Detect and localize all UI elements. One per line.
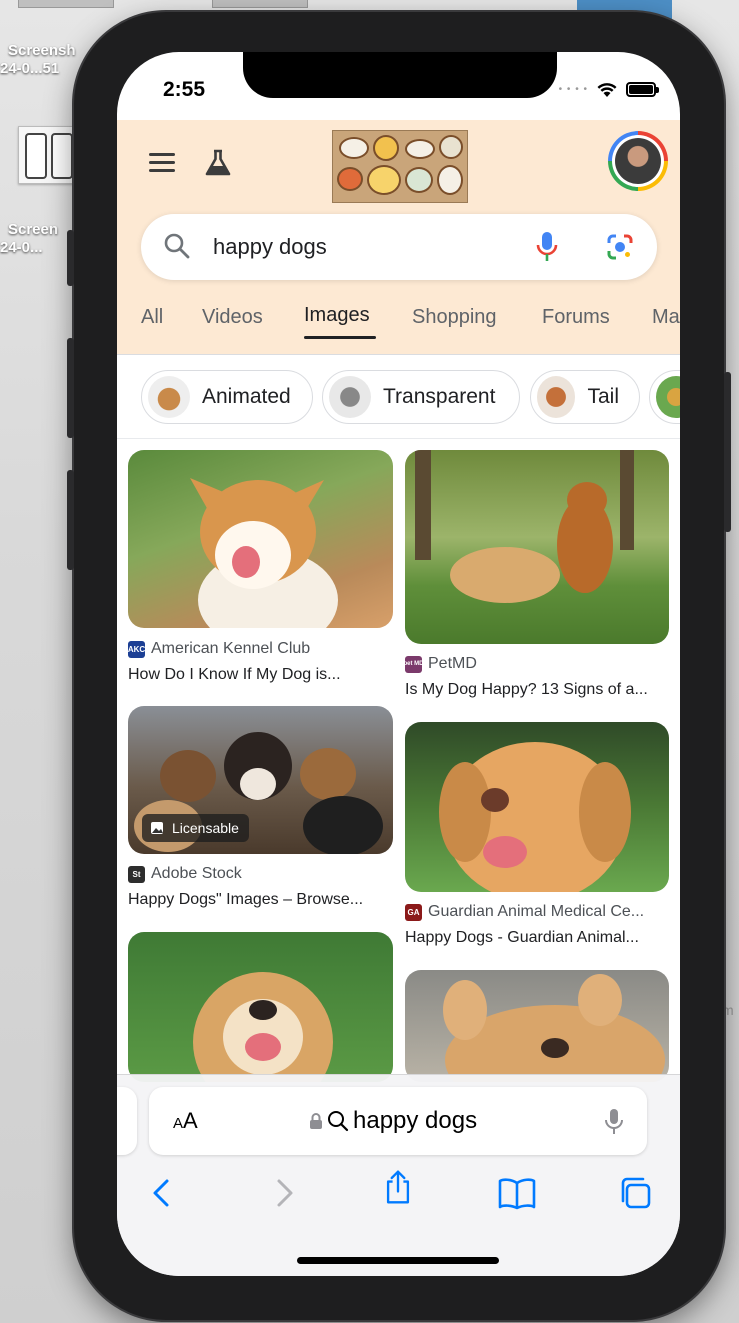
power-button <box>724 372 731 532</box>
search-type-tabs: All Videos Images Shopping Forums Ma <box>117 297 680 352</box>
notch <box>243 52 557 98</box>
chip-tail-label: Tail <box>587 385 619 408</box>
desktop-icon-label-1[interactable]: Screensh 24-0...51 <box>0 42 76 78</box>
result-image-corgi[interactable] <box>128 450 393 628</box>
chip-transparent[interactable]: Transparent <box>322 370 520 424</box>
result-image-dogs-playing[interactable] <box>405 450 669 644</box>
desktop-icon-label-2[interactable]: Screen 24-0... <box>0 221 59 257</box>
chip-animated[interactable]: Animated <box>141 370 313 424</box>
tab-forums[interactable]: Forums <box>542 306 610 329</box>
hamburger-menu-icon[interactable] <box>149 153 175 172</box>
previous-tab-address-bar[interactable] <box>117 1087 137 1155</box>
account-avatar[interactable] <box>608 131 668 191</box>
result-image-golden-retriever[interactable] <box>405 722 669 892</box>
desktop-icon-label-1-line1: Screensh <box>8 42 76 59</box>
chip-tail-thumb <box>537 376 576 418</box>
search-query-text[interactable]: happy dogs <box>213 234 327 260</box>
bookmarks-icon[interactable] <box>497 1175 537 1211</box>
share-icon[interactable] <box>380 1169 416 1205</box>
status-icons: • • • • <box>558 80 659 98</box>
safari-bottom-toolbar: AA happy dogs <box>117 1074 680 1276</box>
search-glass-icon <box>328 1111 349 1132</box>
result-source-2[interactable]: pet MD PetMD <box>404 655 477 673</box>
volume-down-button <box>67 470 74 570</box>
voice-search-mic-icon[interactable] <box>535 230 559 264</box>
silent-switch <box>67 230 74 286</box>
desktop-thumb-top-2 <box>212 0 308 8</box>
result-caption-3[interactable]: Happy Dogs" Images – Browse... <box>128 891 394 909</box>
tab-more[interactable]: Ma <box>652 306 680 329</box>
tabs-icon[interactable] <box>617 1175 653 1211</box>
chip-transparent-label: Transparent <box>383 385 496 408</box>
google-lens-icon[interactable] <box>605 232 635 262</box>
chip-tail[interactable]: Tail <box>530 370 640 424</box>
back-chevron-icon[interactable] <box>145 1175 181 1211</box>
result-source-4[interactable]: GA Guardian Animal Medical Ce... <box>405 903 644 921</box>
tab-all[interactable]: All <box>141 306 163 329</box>
licensable-badge: Licensable <box>142 814 249 842</box>
desktop-icon-label-2-line1: Screen <box>8 221 59 238</box>
wifi-icon <box>597 83 617 97</box>
search-box[interactable]: happy dogs <box>141 214 657 280</box>
home-indicator[interactable] <box>297 1257 499 1264</box>
result-source-1[interactable]: AKC American Kennel Club <box>128 640 310 658</box>
chip-animated-label: Animated <box>202 385 291 408</box>
address-content: happy dogs <box>309 1107 477 1135</box>
tab-images[interactable]: Images <box>304 304 370 327</box>
result-image-dog-group[interactable]: Licensable <box>128 706 393 854</box>
chip-more[interactable] <box>649 370 680 424</box>
forward-chevron-icon[interactable] <box>265 1175 301 1211</box>
desktop-icon-label-2-line2: 24-0... <box>0 239 43 256</box>
desktop-icon-label-1-line2: 24-0...51 <box>0 60 60 77</box>
text-size-button[interactable]: AA <box>173 1108 198 1134</box>
result-image-dog-on-back[interactable] <box>405 970 669 1082</box>
safari-nav-row <box>117 1170 680 1225</box>
volume-up-button <box>67 338 74 438</box>
image-icon <box>151 822 163 834</box>
result-image-golden-grass[interactable] <box>128 932 393 1082</box>
petmd-favicon-icon: pet MD <box>404 655 424 673</box>
search-icon <box>164 233 190 259</box>
licensable-badge-text: Licensable <box>172 820 239 836</box>
chips-divider <box>117 438 680 439</box>
akc-favicon-icon: AKC <box>128 640 145 658</box>
phone-screen: 2:55 • • • • happy dogs All Videos Image… <box>117 52 680 1276</box>
tab-shopping[interactable]: Shopping <box>412 306 497 329</box>
search-labs-flask-icon[interactable] <box>203 148 233 178</box>
safari-address-bar[interactable]: AA happy dogs <box>149 1087 647 1155</box>
active-tab-indicator <box>304 336 376 339</box>
status-time: 2:55 <box>163 78 206 101</box>
result-caption-1[interactable]: How Do I Know If My Dog is... <box>128 666 394 684</box>
result-source-1-name: American Kennel Club <box>151 640 311 657</box>
signal-dots-icon: • • • • <box>558 83 588 95</box>
result-caption-4[interactable]: Happy Dogs - Guardian Animal... <box>405 929 671 947</box>
result-source-2-name: PetMD <box>428 655 477 672</box>
desktop-thumb-top-1 <box>18 0 114 8</box>
chip-animated-thumb <box>148 376 190 418</box>
result-source-4-name: Guardian Animal Medical Ce... <box>428 903 645 920</box>
adobe-stock-favicon-icon: St <box>128 865 145 883</box>
lock-icon <box>310 1113 322 1129</box>
result-source-3[interactable]: St Adobe Stock <box>128 865 242 883</box>
result-caption-2[interactable]: Is My Dog Happy? 13 Signs of a... <box>405 681 671 699</box>
dictation-mic-icon[interactable] <box>604 1107 624 1137</box>
chip-more-thumb <box>656 376 680 418</box>
battery-icon <box>626 81 659 97</box>
desktop-screenshot-icon[interactable] <box>18 126 80 184</box>
address-text: happy dogs <box>353 1107 478 1134</box>
guardian-animal-favicon-icon: GA <box>405 903 422 921</box>
tab-videos[interactable]: Videos <box>202 306 263 329</box>
result-source-3-name: Adobe Stock <box>151 865 242 882</box>
chip-transparent-thumb <box>329 376 371 418</box>
google-doodle[interactable] <box>332 130 468 203</box>
tabs-divider <box>117 354 680 355</box>
